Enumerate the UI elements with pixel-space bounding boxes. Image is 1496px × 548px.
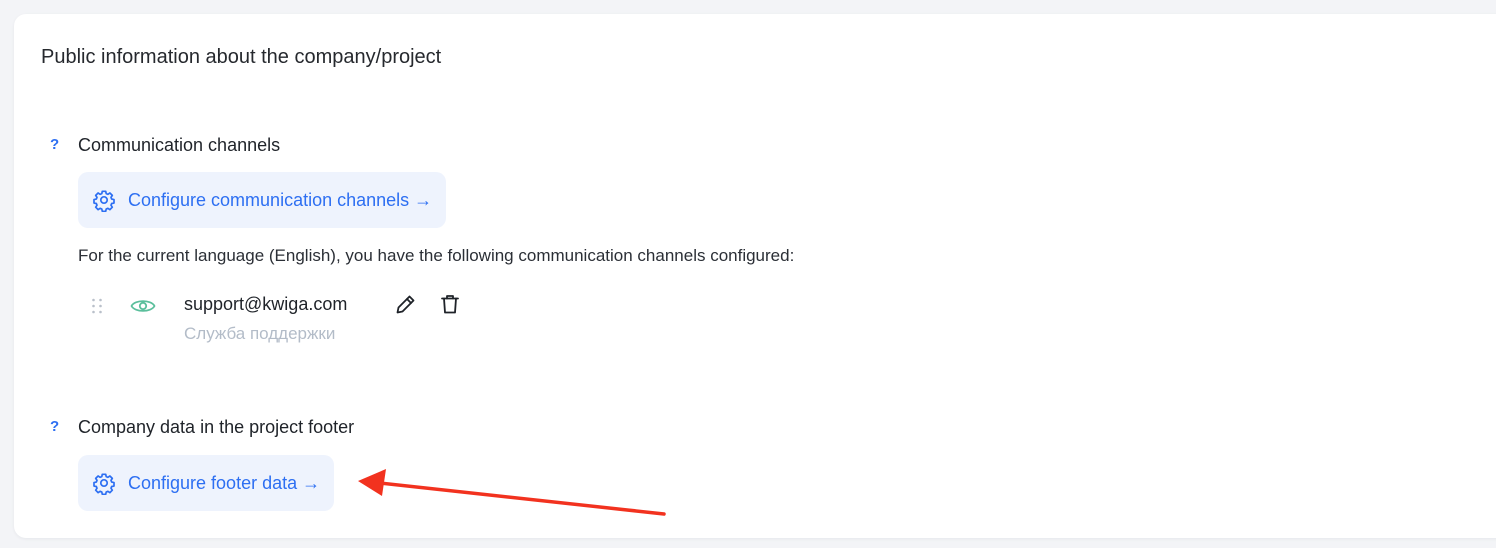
configure-footer-data-button[interactable]: Configure footer data → [78, 455, 335, 511]
gear-icon [92, 471, 116, 495]
drag-handle-icon[interactable] [90, 297, 104, 315]
trash-icon[interactable] [438, 292, 462, 316]
help-question-mark[interactable]: ? [50, 416, 62, 438]
configure-footer-data-label: Configure footer data → [128, 472, 321, 493]
help-question-mark[interactable]: ? [50, 134, 62, 156]
configure-communication-channels-button[interactable]: Configure communication channels → [78, 172, 447, 228]
channel-item: support@kwiga.com Служба поддержки [84, 290, 584, 350]
eye-icon[interactable] [130, 296, 156, 316]
channel-value: support@kwiga.com [184, 294, 348, 314]
public-info-card: Public information about the company/pro… [14, 14, 1496, 538]
gear-icon [92, 188, 116, 212]
channels-description: For the current language (English), you … [78, 246, 795, 265]
section-title: Company data in the project footer [78, 417, 355, 437]
configure-communication-channels-label: Configure communication channels → [128, 189, 433, 210]
section-title: Communication channels [78, 135, 281, 155]
page-title: Public information about the company/pro… [41, 46, 442, 68]
pencil-icon[interactable] [394, 292, 418, 316]
channel-label: Служба поддержки [184, 324, 336, 343]
